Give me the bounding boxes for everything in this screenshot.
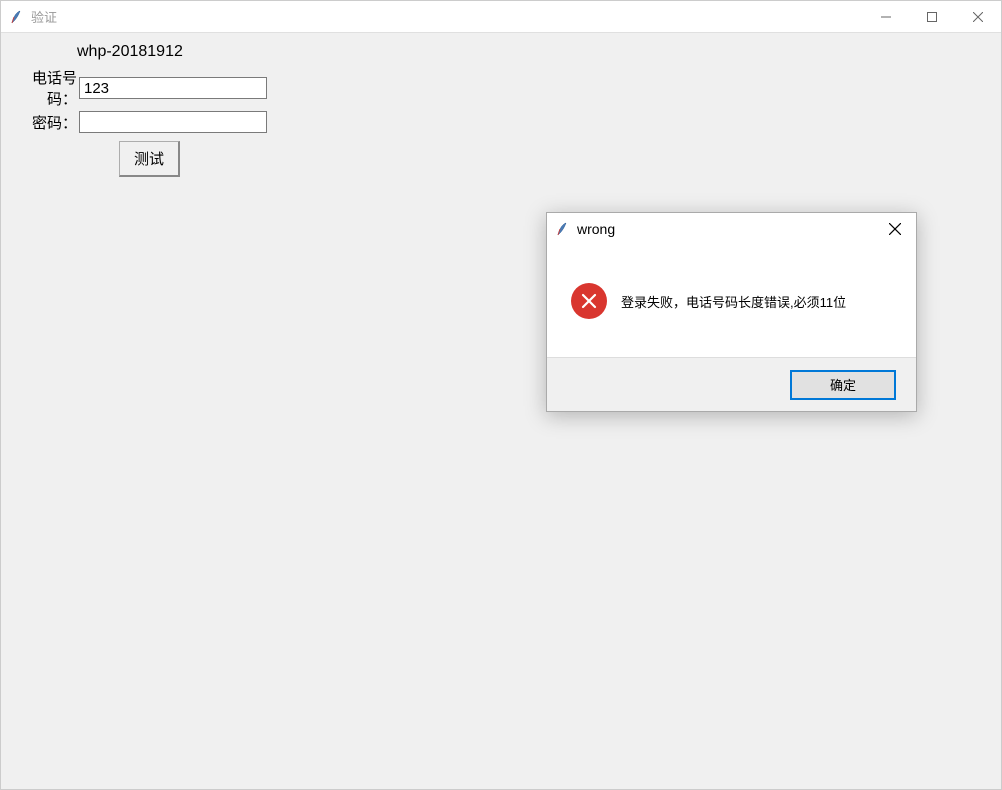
dialog-message: 登录失败，电话号码长度错误,必须11位	[621, 292, 846, 311]
form-area: whp-20181912 电话号码： 密码： 测试	[1, 43, 1001, 177]
dialog-title: wrong	[577, 221, 874, 237]
tk-feather-icon	[9, 9, 25, 25]
button-row: 测试	[119, 141, 1001, 177]
test-button[interactable]: 测试	[119, 141, 180, 177]
password-row: 密码：	[7, 111, 1001, 133]
password-input[interactable]	[79, 111, 267, 133]
dialog-titlebar: wrong	[547, 213, 916, 245]
phone-input[interactable]	[79, 77, 267, 99]
dialog-ok-button[interactable]: 确定	[790, 370, 896, 400]
form-heading: whp-20181912	[77, 43, 1001, 61]
phone-label: 电话号码：	[7, 67, 79, 109]
tk-feather-icon	[555, 221, 571, 237]
error-x-icon	[571, 283, 607, 319]
error-dialog: wrong 登录失败，电话号码长度错误,必须11位 确定	[546, 212, 917, 412]
dialog-close-button[interactable]	[874, 213, 916, 245]
dialog-footer: 确定	[547, 357, 916, 411]
minimize-button[interactable]	[863, 1, 909, 32]
dialog-body: 登录失败，电话号码长度错误,必须11位	[547, 245, 916, 357]
maximize-button[interactable]	[909, 1, 955, 32]
close-button[interactable]	[955, 1, 1001, 32]
main-titlebar: 验证	[1, 1, 1001, 33]
password-label: 密码：	[7, 112, 79, 133]
window-controls	[863, 1, 1001, 32]
window-title: 验证	[31, 7, 863, 26]
phone-row: 电话号码：	[7, 67, 1001, 109]
